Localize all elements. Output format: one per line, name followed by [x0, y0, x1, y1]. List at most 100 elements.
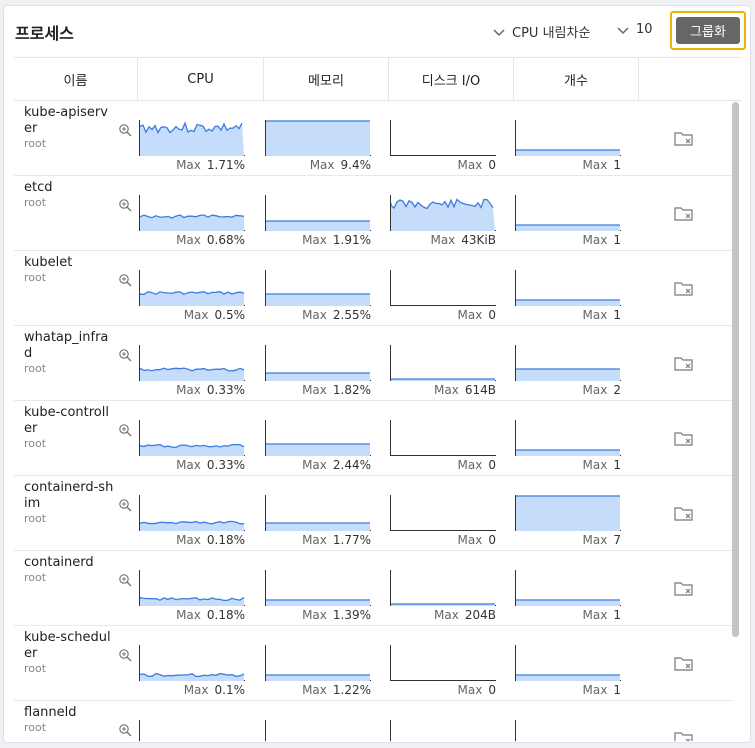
- max-value: Max 0.18%: [176, 533, 245, 547]
- scrollbar[interactable]: [732, 102, 739, 637]
- memory-sparkline-cell[interactable]: Max 1.91%: [265, 195, 371, 250]
- cpu-sparkline-cell[interactable]: Max 0.18%: [139, 495, 245, 550]
- group-button[interactable]: 그룹화: [676, 17, 740, 44]
- folder-remove-icon[interactable]: [674, 431, 694, 447]
- memory-sparkline-cell[interactable]: Max 2.44%: [265, 420, 371, 475]
- folder-remove-icon[interactable]: [674, 206, 694, 222]
- memory-sparkline-cell[interactable]: Max 1.39%: [265, 570, 371, 625]
- zoom-in-icon[interactable]: [118, 348, 132, 362]
- memory-sparkline-cell[interactable]: Max 1.82%: [265, 345, 371, 400]
- count-sparkline-cell[interactable]: Max 1: [515, 645, 621, 700]
- table-row[interactable]: kube-controller root Max 0.33% Max 2.44% Max 0 M…: [14, 401, 732, 476]
- count-sparkline-cell[interactable]: Max 7: [515, 495, 621, 550]
- max-value: Max 1.77%: [302, 533, 371, 547]
- max-value: Max 0.68%: [176, 233, 245, 247]
- count-sparkline-cell[interactable]: Max 1: [515, 270, 621, 325]
- zoom-in-icon[interactable]: [118, 423, 132, 437]
- folder-remove-icon[interactable]: [674, 131, 694, 147]
- zoom-in-icon[interactable]: [118, 723, 132, 737]
- count-sparkline-cell[interactable]: Max 1: [515, 570, 621, 625]
- zoom-in-icon[interactable]: [118, 573, 132, 587]
- cpu-sparkline-cell[interactable]: Max 0.5%: [139, 270, 245, 325]
- zoom-in-icon[interactable]: [118, 273, 132, 287]
- memory-sparkline-cell[interactable]: [265, 720, 371, 741]
- disk-io-max-value: 0: [488, 533, 496, 547]
- table-row[interactable]: flanneld root: [14, 701, 732, 741]
- column-header-memory[interactable]: 메모리: [264, 58, 389, 100]
- table-row[interactable]: kube-scheduler root Max 0.1% Max 1.22% Max 0 Max…: [14, 626, 732, 701]
- memory-sparkline: [265, 270, 371, 306]
- disk-io-sparkline-cell[interactable]: [390, 720, 496, 741]
- folder-remove-icon[interactable]: [674, 581, 694, 597]
- count-max-value: 1: [613, 158, 621, 172]
- zoom-in-icon[interactable]: [118, 498, 132, 512]
- memory-sparkline-cell[interactable]: Max 2.55%: [265, 270, 371, 325]
- column-header-name[interactable]: 이름: [14, 58, 138, 100]
- disk-io-sparkline-cell[interactable]: Max 0: [390, 420, 496, 475]
- cpu-max-value: 0.68%: [206, 233, 245, 247]
- max-label: Max: [176, 233, 201, 247]
- cpu-sparkline-cell[interactable]: Max 0.33%: [139, 420, 245, 475]
- memory-max-value: 1.82%: [332, 383, 371, 397]
- cpu-sparkline-cell[interactable]: Max 0.18%: [139, 570, 245, 625]
- max-label: Max: [457, 308, 483, 322]
- zoom-in-icon[interactable]: [118, 648, 132, 662]
- max-value: Max 614B: [434, 383, 496, 397]
- folder-remove-icon[interactable]: [674, 731, 694, 741]
- disk-io-sparkline-cell[interactable]: Max 0: [390, 270, 496, 325]
- count-sparkline-cell[interactable]: Max 1: [515, 420, 621, 475]
- disk-io-sparkline-cell[interactable]: Max 43KiB: [390, 195, 496, 250]
- max-label: Max: [430, 233, 456, 247]
- memory-sparkline-cell[interactable]: Max 1.22%: [265, 645, 371, 700]
- folder-remove-icon[interactable]: [674, 506, 694, 522]
- cpu-sparkline-cell[interactable]: Max 1.71%: [139, 120, 245, 175]
- max-value: Max 1.71%: [176, 158, 245, 172]
- column-header-cpu[interactable]: CPU: [138, 58, 264, 100]
- max-label: Max: [176, 608, 201, 622]
- memory-max-value: 1.77%: [332, 533, 371, 547]
- table-row[interactable]: whatap_infrad root Max 0.33% Max 1.82% Max 614B…: [14, 326, 732, 401]
- max-value: Max 0.33%: [176, 383, 245, 397]
- cpu-sparkline-cell[interactable]: Max 0.33%: [139, 345, 245, 400]
- count-sparkline-cell[interactable]: Max 1: [515, 195, 621, 250]
- folder-remove-icon[interactable]: [674, 281, 694, 297]
- cpu-sparkline-cell[interactable]: Max 0.1%: [139, 645, 245, 700]
- disk-io-sparkline-cell[interactable]: Max 204B: [390, 570, 496, 625]
- zoom-in-icon[interactable]: [118, 123, 132, 137]
- limit-dropdown[interactable]: 10: [616, 22, 653, 37]
- table-row[interactable]: kubelet root Max 0.5% Max 2.55% Max 0 Max 1: [14, 251, 732, 326]
- count-sparkline: [515, 120, 621, 156]
- zoom-in-icon[interactable]: [118, 198, 132, 212]
- disk-io-sparkline: [390, 345, 496, 381]
- disk-io-sparkline-cell[interactable]: Max 0: [390, 645, 496, 700]
- disk-io-sparkline-cell[interactable]: Max 0: [390, 495, 496, 550]
- max-label: Max: [302, 458, 327, 472]
- max-label: Max: [302, 683, 327, 697]
- cpu-sparkline-cell[interactable]: Max 0.68%: [139, 195, 245, 250]
- count-sparkline: [515, 570, 621, 606]
- table-row[interactable]: etcd root Max 0.68% Max 1.91% Max 43KiB Max 1: [14, 176, 732, 251]
- max-value: Max 2.44%: [302, 458, 371, 472]
- folder-remove-icon[interactable]: [674, 356, 694, 372]
- table-row[interactable]: kube-apiserver root Max 1.71% Max 9.4% Max 0 Max…: [14, 101, 732, 176]
- sort-dropdown[interactable]: CPU 내림차순: [492, 22, 590, 41]
- memory-sparkline-cell[interactable]: Max 9.4%: [265, 120, 371, 175]
- count-sparkline-cell[interactable]: Max 2: [515, 345, 621, 400]
- column-header-disk-io[interactable]: 디스크 I/O: [389, 58, 514, 100]
- column-header-count[interactable]: 개수: [514, 58, 639, 100]
- count-max-value: 1: [613, 683, 621, 697]
- count-max-value: 2: [613, 383, 621, 397]
- cpu-sparkline-cell[interactable]: [139, 720, 245, 741]
- table-row[interactable]: containerd-shim root Max 0.18% Max 1.77% Max 0 M…: [14, 476, 732, 551]
- table-row[interactable]: containerd root Max 0.18% Max 1.39% Max 204B Max…: [14, 551, 732, 626]
- count-sparkline-cell[interactable]: [515, 720, 621, 741]
- memory-max-value: 1.39%: [332, 608, 371, 622]
- disk-io-sparkline-cell[interactable]: Max 614B: [390, 345, 496, 400]
- count-sparkline-cell[interactable]: Max 1: [515, 120, 621, 175]
- folder-remove-icon[interactable]: [674, 656, 694, 672]
- process-name: kube-scheduler root: [24, 630, 114, 676]
- memory-sparkline-cell[interactable]: Max 1.77%: [265, 495, 371, 550]
- disk-io-sparkline: [390, 270, 496, 306]
- max-label: Max: [457, 458, 483, 472]
- disk-io-sparkline-cell[interactable]: Max 0: [390, 120, 496, 175]
